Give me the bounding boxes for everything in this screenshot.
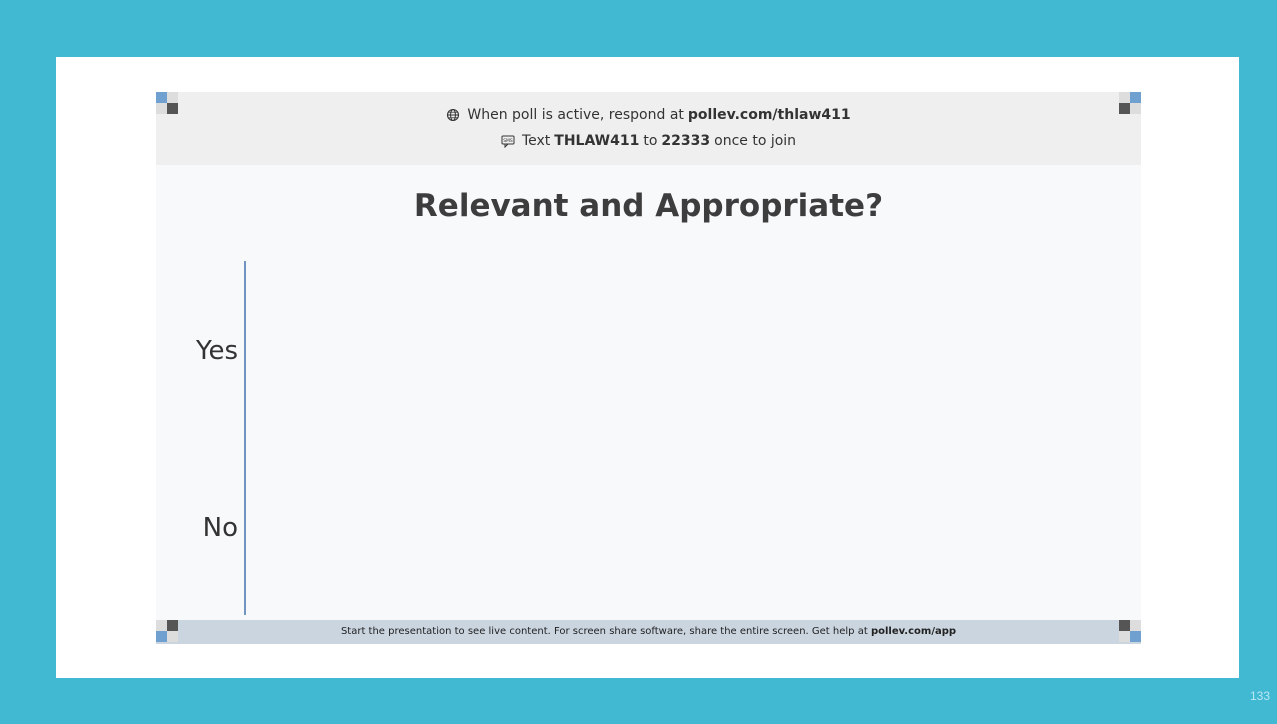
- join-sms-line: SMS Text THLAW411 to 22333 once to join: [156, 132, 1141, 150]
- corner-marker-bottom-left: [156, 620, 178, 642]
- join-url[interactable]: pollev.com/thlaw411: [688, 106, 851, 124]
- svg-text:SMS: SMS: [503, 138, 513, 144]
- globe-icon: [447, 108, 460, 122]
- poll-title: Relevant and Appropriate?: [413, 188, 884, 224]
- sms-text-prefix: Text: [521, 133, 551, 149]
- poll-results-chart: Yes No: [195, 261, 246, 615]
- category-label: No: [203, 513, 238, 543]
- join-instructions: When poll is active, respond at pollev.c…: [156, 92, 1141, 165]
- sms-text-mid: to: [643, 133, 658, 149]
- join-web-line: When poll is active, respond at pollev.c…: [156, 106, 1141, 124]
- category-label: Yes: [195, 336, 238, 366]
- footer-bar: Start the presentation to see live conte…: [156, 620, 1141, 644]
- sms-text-suffix: once to join: [714, 133, 797, 149]
- corner-marker-top-right: [1119, 92, 1141, 114]
- corner-marker-top-left: [156, 92, 178, 114]
- join-web-text: When poll is active, respond at: [467, 107, 684, 123]
- sms-code: THLAW411: [554, 133, 640, 149]
- poll-embed[interactable]: When poll is active, respond at pollev.c…: [156, 92, 1141, 644]
- sms-icon: SMS: [501, 135, 515, 148]
- footer-text: Start the presentation to see live conte…: [340, 626, 868, 637]
- sms-number: 22333: [661, 133, 711, 149]
- corner-marker-bottom-right: [1119, 620, 1141, 642]
- footer-help-link[interactable]: pollev.com/app: [871, 626, 956, 637]
- slide-number: 133: [1250, 689, 1271, 703]
